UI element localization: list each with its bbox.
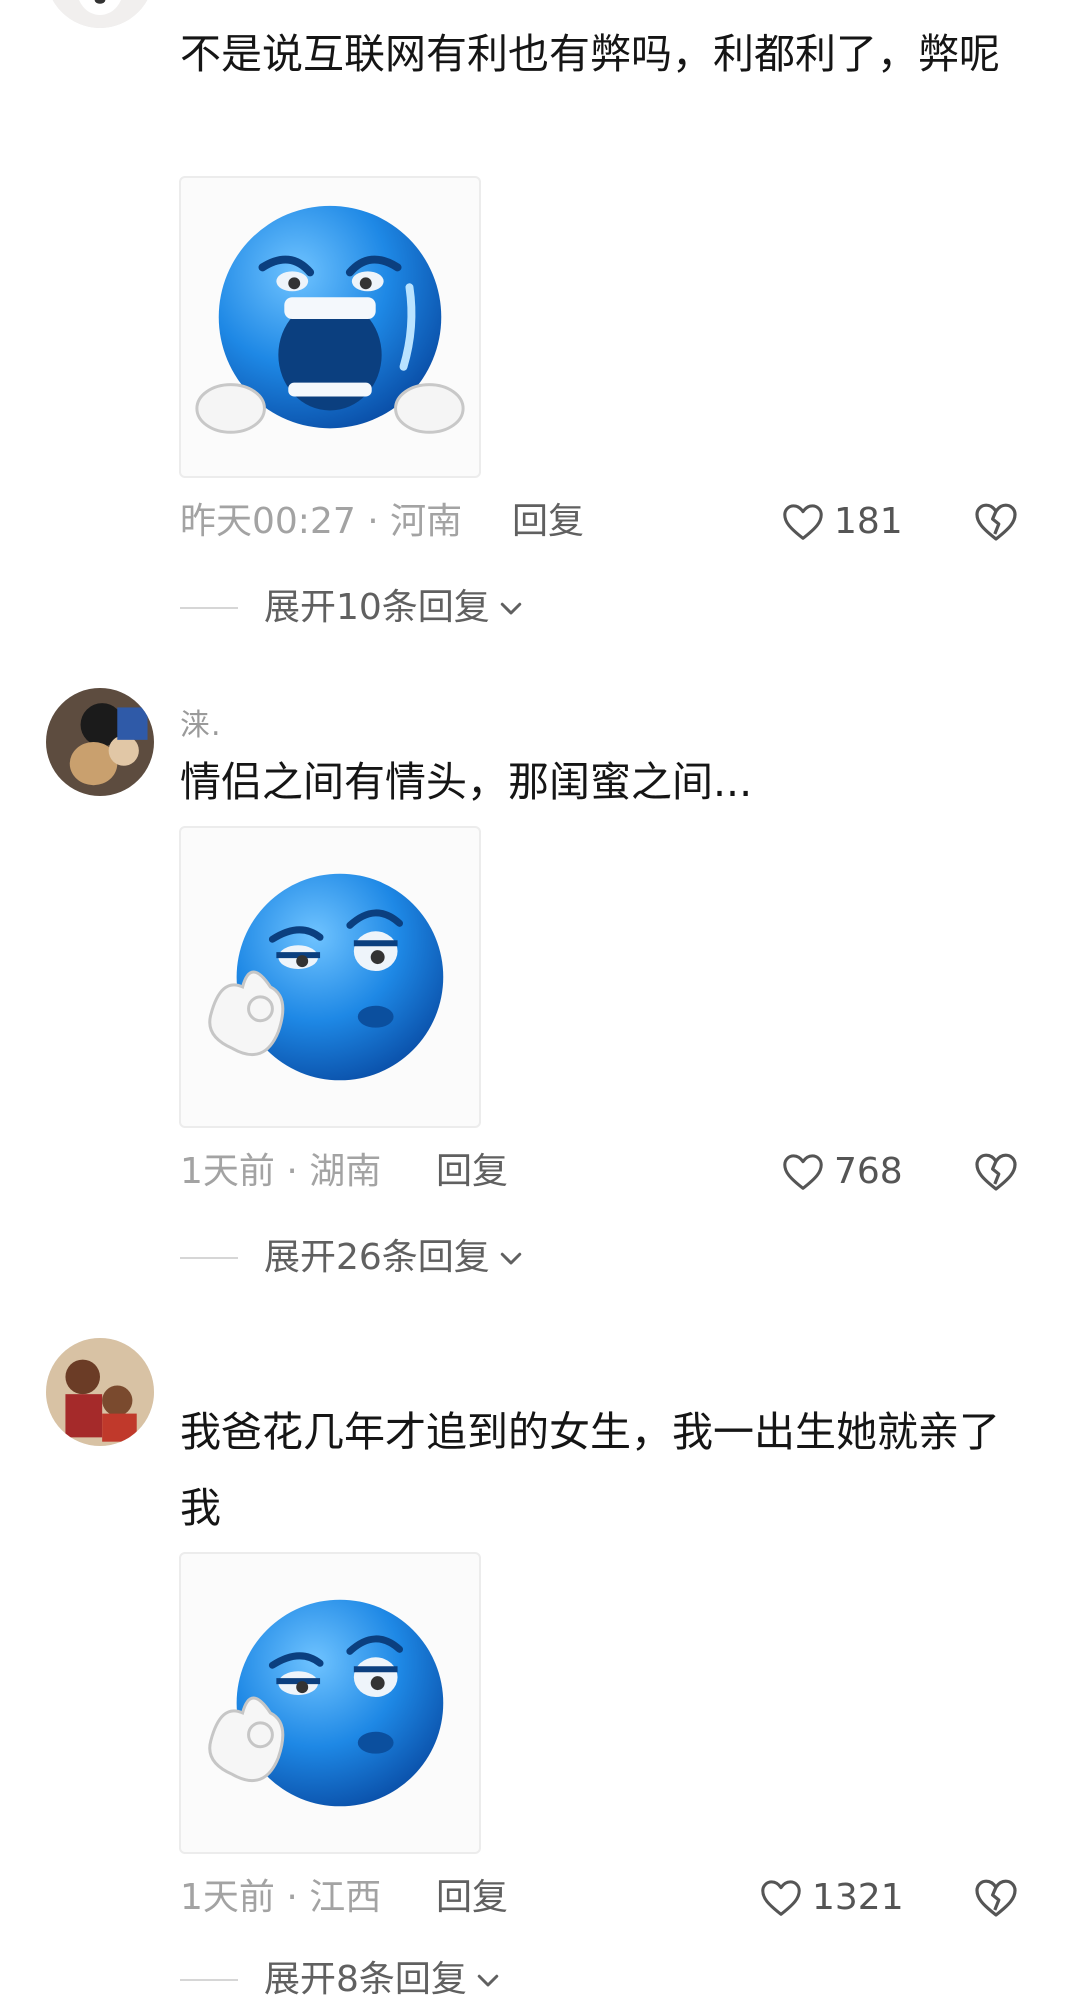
comment-text: 我爸花几年才追到的女生，我一出生她就亲了我 [180,1408,1000,1532]
divider-line [180,1979,238,1981]
expand-replies-label: 展开26条回复 [264,1237,490,1278]
ok-hand-emoji-sticker[interactable] [179,1552,481,1854]
comment-text: 不是说互联网有利也有弊吗，利都利了，弊呢 [180,30,1000,78]
comment-time-location: 昨天00:27 · 河南 [180,501,463,542]
avatar[interactable] [46,688,154,796]
heart-outline-icon [761,1880,801,1916]
divider-line [180,607,238,609]
broken-heart-icon[interactable] [972,1874,1020,1922]
like-button[interactable]: 181 [780,497,903,547]
crying-emoji-sticker[interactable] [179,176,481,478]
like-button[interactable]: 1321 [758,1873,904,1923]
reply-button[interactable]: 回复 [436,1873,508,1923]
like-button[interactable]: 768 [780,1147,903,1197]
comment-time-location: 1天前 · 湖南 [180,1151,382,1192]
reply-button[interactable]: 回复 [512,497,584,547]
like-count: 1321 [812,1877,904,1918]
chevron-down-icon [500,1252,522,1265]
expand-replies[interactable]: 展开26条回复 [180,1233,526,1283]
heart-outline-icon [783,504,823,540]
divider-line [180,1257,238,1259]
username[interactable]: 涞. [180,700,222,744]
avatar[interactable] [46,0,154,28]
heart-outline-icon [783,1154,823,1190]
comment-text: 情侣之间有情头，那闺蜜之间... [180,758,753,806]
expand-replies-label: 展开10条回复 [264,587,490,628]
expand-replies-label: 展开8条回复 [264,1959,467,2000]
chevron-down-icon [477,1974,499,1987]
broken-heart-icon[interactable] [972,498,1020,546]
broken-heart-icon[interactable] [972,1148,1020,1196]
chevron-down-icon [500,602,522,615]
reply-button[interactable]: 回复 [436,1147,508,1197]
expand-replies[interactable]: 展开8条回复 [180,1955,503,2005]
expand-replies[interactable]: 展开10条回复 [180,583,526,633]
ok-hand-emoji-sticker[interactable] [179,826,481,1128]
like-count: 181 [834,501,903,542]
like-count: 768 [834,1151,903,1192]
comment-time-location: 1天前 · 江西 [180,1877,382,1918]
avatar[interactable] [46,1338,154,1446]
